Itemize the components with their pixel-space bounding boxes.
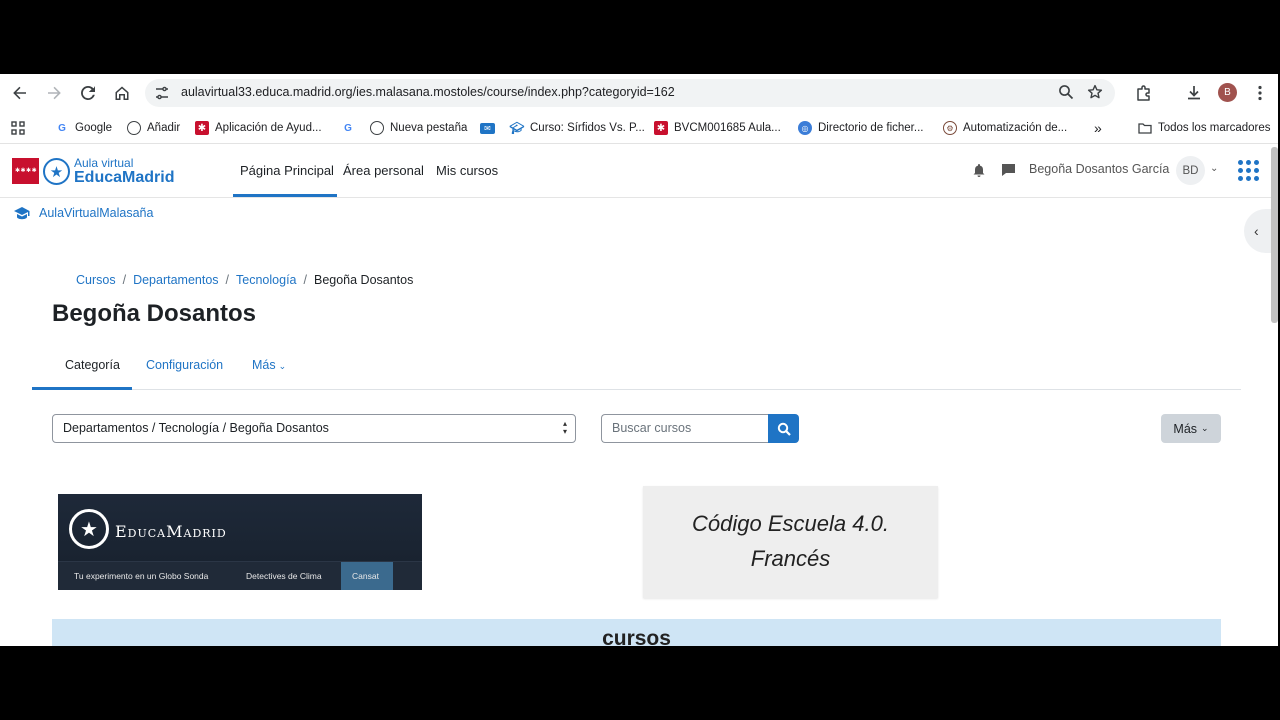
home-icon[interactable] [110, 81, 134, 105]
bookmark-curso-sirfidos[interactable]: 🎓︎ Curso: Sírfidos Vs. P... [509, 119, 644, 137]
breadcrumb: Cursos / Departamentos / Tecnología / Begoña D… [76, 273, 414, 287]
banner-menu-item: Detectives de Clima [246, 571, 322, 581]
brand-line2[interactable]: EducaMadrid [74, 169, 174, 187]
banner-menu: Tu experimento en un Globo Sonda Detecti… [58, 561, 422, 590]
breadcrumb-cursos[interactable]: Cursos [76, 273, 116, 287]
page-scrollbar[interactable] [1271, 147, 1278, 323]
bookmark-automatizacion[interactable]: ⚙ Automatización de... [943, 119, 1067, 137]
bookmark-mail[interactable]: ✉ [480, 119, 501, 137]
reload-icon[interactable] [76, 81, 100, 105]
search-icon [777, 422, 791, 436]
bell-icon[interactable] [972, 163, 986, 178]
address-bar: aulavirtual33.educa.madrid.org/ies.malas… [0, 74, 1278, 112]
comunidad-madrid-icon: ✱ [195, 121, 209, 135]
educamadrid-logo-icon[interactable]: ★ [43, 158, 70, 185]
educamadrid-star-logo-icon: ★ [69, 509, 109, 549]
forward-icon[interactable] [42, 81, 66, 105]
user-avatar[interactable]: BD [1176, 156, 1205, 185]
tab-categoria[interactable]: Categoría [65, 358, 120, 372]
apps-icon[interactable] [11, 119, 25, 137]
omnibox[interactable]: aulavirtual33.educa.madrid.org/ies.malas… [145, 79, 1115, 107]
breadcrumb-current: Begoña Dosantos [313, 273, 414, 287]
nav-mis-cursos[interactable]: Mis cursos [436, 163, 498, 178]
globe-icon [127, 121, 141, 135]
tab-active-indicator [32, 387, 132, 390]
bookmark-star-icon[interactable] [1087, 84, 1104, 101]
bookmark-aplicacion-ayuda[interactable]: ✱ Aplicación de Ayud... [195, 119, 322, 137]
chevron-down-icon: ⌄ [278, 361, 287, 371]
courses-section-header: cursos [52, 619, 1221, 646]
site-home-link[interactable]: AulaVirtualMalasaña [14, 206, 153, 220]
profile-avatar[interactable]: B [1218, 83, 1237, 102]
back-icon[interactable] [8, 81, 32, 105]
banner-brand-name: EducaMadrid [115, 522, 227, 541]
nav-area-personal[interactable]: Área personal [343, 163, 424, 178]
graduation-cap-icon [14, 206, 30, 220]
category-select[interactable]: Departamentos / Tecnología / Begoña Dosa… [52, 414, 576, 443]
bookmarks-bar: G Google Añadir ✱ Aplicación de Ayud... G … [0, 112, 1278, 144]
directory-icon: ◎ [798, 121, 812, 135]
google-icon: G [58, 122, 66, 134]
secondary-nav: Categoría Configuración Más ⌄ [32, 342, 1241, 390]
select-arrows-icon: ▴ ▾ [562, 419, 567, 436]
extensions-icon[interactable] [1134, 83, 1154, 103]
kebab-menu-icon[interactable] [1252, 83, 1268, 103]
site-navbar: ✱✱✱✱ ★ Aula virtual EducaMadrid Página P… [0, 145, 1278, 198]
bookmark-anadir[interactable]: Añadir [127, 119, 180, 137]
chevron-down-icon: ⌄ [1201, 423, 1209, 433]
apps-grid-icon[interactable] [1238, 160, 1259, 181]
banner-menu-item: Cansat [352, 571, 379, 581]
search-courses-input[interactable]: Buscar cursos [601, 414, 769, 443]
bookmarks-overflow-icon[interactable]: » [1094, 119, 1102, 137]
url-text[interactable]: aulavirtual33.educa.madrid.org/ies.malas… [181, 85, 675, 99]
graduation-cap-icon: 🎓︎ [509, 121, 525, 135]
messages-icon[interactable] [1001, 163, 1016, 177]
page-title: Begoña Dosantos [52, 300, 257, 327]
globe-icon [370, 121, 384, 135]
course-card[interactable]: Código Escuela 4.0. Francés [643, 486, 938, 598]
comunidad-madrid-icon: ✱ [654, 121, 668, 135]
google-icon: G [344, 122, 352, 134]
download-icon[interactable] [1184, 83, 1204, 103]
search-button[interactable] [768, 414, 799, 443]
comunidad-madrid-flag-icon[interactable]: ✱✱✱✱ [12, 158, 39, 184]
bookmark-google[interactable]: G Google [55, 119, 112, 137]
mail-icon: ✉ [480, 122, 495, 134]
bookmark-google-2[interactable]: G [341, 119, 361, 137]
courses-section-title: cursos [602, 627, 671, 646]
bookmark-bvcm[interactable]: ✱ BVCM001685 Aula... [654, 119, 781, 137]
zoom-icon[interactable] [1058, 84, 1075, 101]
folder-icon [1138, 121, 1152, 135]
banner-menu-item: Tu experimento en un Globo Sonda [74, 571, 209, 581]
tab-configuracion[interactable]: Configuración [146, 358, 223, 372]
all-bookmarks[interactable]: Todos los marcadores [1138, 119, 1271, 137]
tab-mas[interactable]: Más ⌄ [252, 358, 286, 372]
course-card-line2: Francés [750, 546, 831, 571]
nav-pagina-principal[interactable]: Página Principal [240, 163, 334, 178]
course-card-line1: Código Escuela 4.0. [692, 511, 889, 536]
browser-window: aulavirtual33.educa.madrid.org/ies.malas… [0, 74, 1278, 646]
brand-line1[interactable]: Aula virtual [74, 156, 133, 170]
more-actions-button[interactable]: Más ⌄ [1161, 414, 1221, 443]
automation-icon: ⚙ [943, 121, 957, 135]
breadcrumb-tecnologia[interactable]: Tecnología [236, 273, 296, 287]
bookmark-directorio[interactable]: ◎ Directorio de ficher... [798, 119, 923, 137]
educamadrid-banner-image[interactable]: ★ EducaMadrid Tu experimento en un Globo… [58, 494, 422, 590]
nav-active-indicator [233, 194, 337, 197]
bookmark-nueva-pestana[interactable]: Nueva pestaña [370, 119, 467, 137]
site-info-icon[interactable] [154, 85, 170, 101]
breadcrumb-departamentos[interactable]: Departamentos [133, 273, 218, 287]
chevron-down-icon[interactable]: ⌄ [1210, 163, 1221, 177]
user-name[interactable]: Begoña Dosantos García [1029, 162, 1169, 176]
